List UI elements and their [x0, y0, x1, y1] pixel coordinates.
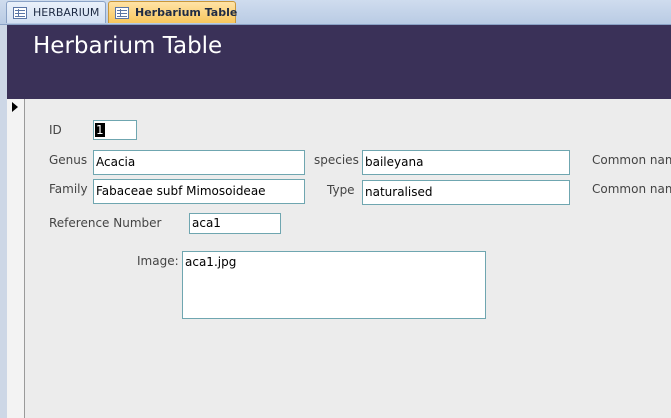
id-value: 1: [95, 123, 105, 137]
form-header: Herbarium Table: [7, 25, 671, 99]
page-title: Herbarium Table: [33, 33, 223, 59]
genus-field[interactable]: Acacia: [93, 150, 305, 175]
id-label: ID: [49, 123, 62, 137]
genus-label: Genus: [49, 153, 88, 167]
tab-herbarium-table[interactable]: Herbarium Table: [108, 1, 238, 23]
species-label: species: [314, 153, 359, 167]
tab-label: HERBARIUM: [33, 6, 100, 19]
form-detail: ID 1 Genus Acacia species baileyana Comm…: [26, 99, 671, 418]
tab-label: Herbarium Table: [135, 6, 238, 19]
reference-number-label: Reference Number: [49, 216, 162, 230]
common-name-label: Common nam: [592, 153, 671, 167]
id-field[interactable]: 1: [93, 120, 137, 140]
image-field[interactable]: aca1.jpg: [182, 251, 486, 319]
table-form-icon: [115, 6, 129, 19]
tab-herbarium[interactable]: HERBARIUM: [6, 1, 106, 23]
current-record-arrow-icon: [12, 102, 18, 112]
image-label: Image:: [137, 254, 179, 268]
reference-number-field[interactable]: aca1: [189, 213, 281, 234]
record-selector[interactable]: [7, 99, 25, 418]
family-label: Family: [49, 182, 88, 196]
common-name-label-2: Common nam: [592, 182, 671, 196]
table-form-icon: [13, 6, 27, 19]
document-tab-bar: HERBARIUM Herbarium Table: [0, 0, 671, 25]
type-label: Type: [327, 183, 355, 197]
family-field[interactable]: Fabaceae subf Mimosoideae: [93, 179, 305, 204]
type-field[interactable]: naturalised: [362, 180, 570, 205]
species-field[interactable]: baileyana: [362, 150, 570, 175]
